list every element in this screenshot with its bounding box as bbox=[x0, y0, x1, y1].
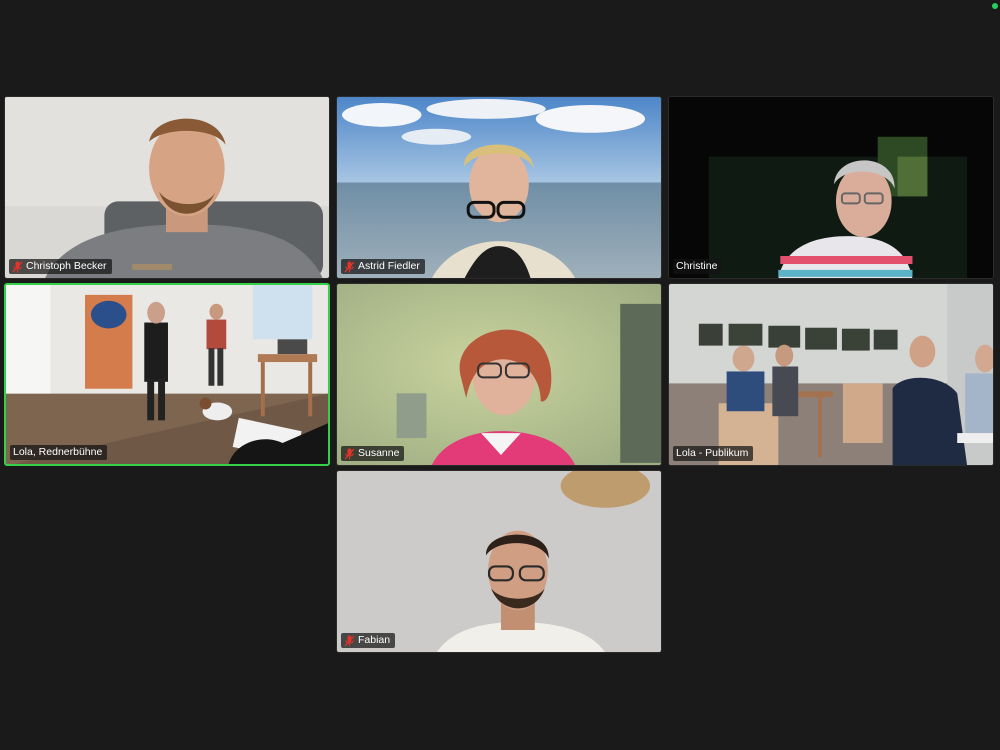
participant-name: Lola - Publikum bbox=[676, 447, 749, 459]
participant-name: Christine bbox=[676, 260, 718, 272]
video-tile-lola-publikum[interactable]: Lola - Publikum bbox=[668, 283, 994, 466]
participant-name-tag: Susanne bbox=[341, 446, 405, 461]
participant-name-tag: Astrid Fiedler bbox=[341, 259, 425, 274]
video-tile-susanne[interactable]: Susanne bbox=[336, 283, 662, 466]
video-tile-fabian[interactable]: Fabian bbox=[336, 470, 662, 653]
connection-status-icon bbox=[992, 3, 998, 9]
microphone-muted-icon bbox=[12, 261, 23, 272]
participant-name: Christoph Becker bbox=[26, 260, 107, 272]
participant-name: Fabian bbox=[358, 634, 391, 646]
microphone-muted-icon bbox=[344, 448, 355, 459]
participant-name: Astrid Fiedler bbox=[358, 260, 420, 272]
participant-name-tag: Lola - Publikum bbox=[673, 446, 754, 461]
video-feed bbox=[669, 284, 993, 465]
microphone-muted-icon bbox=[344, 261, 355, 272]
participant-name-tag: Lola, Rednerbühne bbox=[10, 445, 108, 460]
participant-name-tag: Christine bbox=[673, 259, 723, 274]
video-tile-christine[interactable]: Christine bbox=[668, 96, 994, 279]
participant-name-tag: Christoph Becker bbox=[9, 259, 112, 274]
video-tile-christoph-becker[interactable]: Christoph Becker bbox=[4, 96, 330, 279]
participant-name: Susanne bbox=[358, 447, 400, 459]
video-feed bbox=[669, 97, 993, 278]
microphone-muted-icon bbox=[344, 635, 355, 646]
video-feed bbox=[337, 97, 661, 278]
video-feed bbox=[6, 285, 328, 464]
participant-name: Lola, Rednerbühne bbox=[13, 446, 103, 458]
video-feed bbox=[5, 97, 329, 278]
video-tile-lola-rednerbuehne[interactable]: Lola, Rednerbühne bbox=[4, 283, 330, 466]
video-tile-astrid-fiedler[interactable]: Astrid Fiedler bbox=[336, 96, 662, 279]
participant-name-tag: Fabian bbox=[341, 633, 396, 648]
video-feed bbox=[337, 284, 661, 465]
video-feed bbox=[337, 471, 661, 652]
